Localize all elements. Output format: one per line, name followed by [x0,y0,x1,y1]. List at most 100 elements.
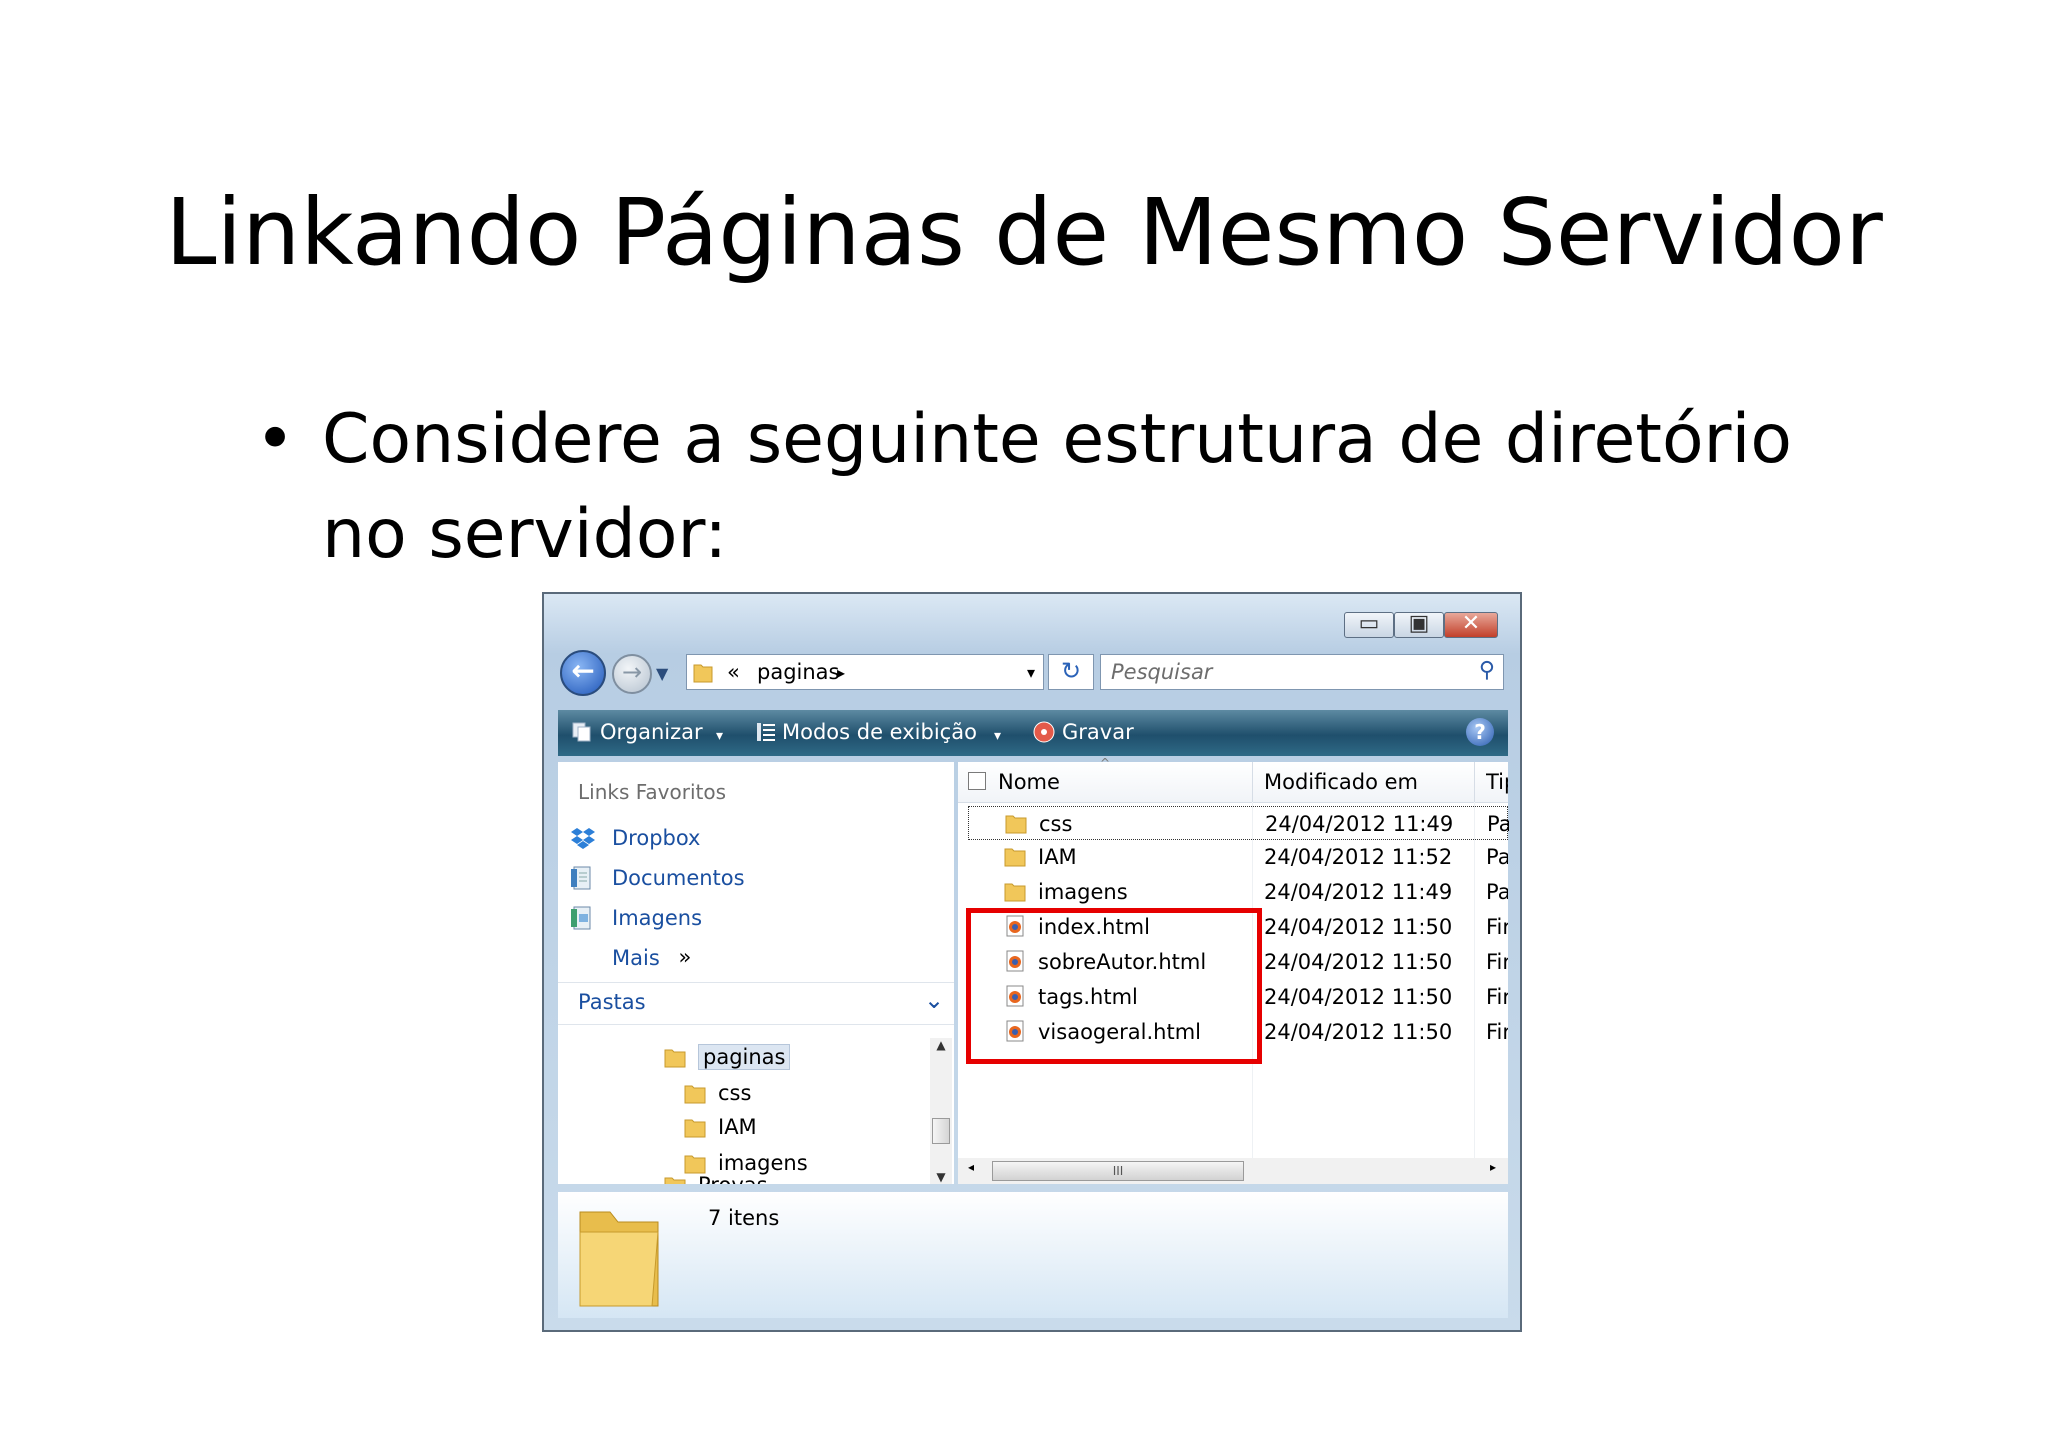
views-dropdown-icon[interactable]: ▾ [994,722,1001,750]
file-modified: 24/04/2012 11:50 [1264,985,1453,1009]
forward-button[interactable]: → [612,654,652,694]
navigation-pane: Links Favoritos Dropbox Documentos Image… [558,762,954,1184]
file-row-iam[interactable]: IAM 24/04/2012 11:52 Pasta de arquivos [958,840,1508,874]
maximize-icon: ▣ [1408,611,1430,636]
file-row-imagens[interactable]: imagens 24/04/2012 11:49 Pasta de arquiv… [958,875,1508,909]
scroll-left-icon[interactable]: ◂ [968,1160,974,1174]
tree-item-provas[interactable]: Provas [664,1170,768,1184]
tree-item-label: Provas [698,1173,768,1184]
more-chevron-icon: » [678,945,692,969]
explorer-window: ▭ ▣ ✕ ← → ▼ « paginas ▸ ▾ ↻ Pesquisar ⚲ … [542,592,1522,1332]
burn-disc-icon [1033,721,1055,743]
select-all-checkbox[interactable] [968,772,986,790]
file-modified: 24/04/2012 11:50 [1264,1020,1453,1044]
file-type: Firefox HTML [1486,1020,1508,1044]
documents-icon [571,866,591,890]
recent-pages-dropdown[interactable]: ▼ [656,664,668,683]
scroll-right-icon[interactable]: ▸ [1490,1160,1496,1174]
tree-scrollbar[interactable]: ▲ ▼ [930,1038,952,1184]
scroll-thumb[interactable] [932,1118,950,1144]
details-pane: 7 itens [558,1192,1508,1318]
folder-icon [684,1119,706,1138]
views-button[interactable]: Modos de exibição [782,718,977,746]
crumb-arrow-icon[interactable]: ▸ [837,659,845,687]
file-name: IAM [1038,845,1077,869]
pane-divider [558,982,954,983]
more-label: Mais [612,946,660,970]
search-placeholder: Pesquisar [1111,660,1213,684]
refresh-button[interactable]: ↻ [1048,654,1094,690]
views-icon [757,723,775,741]
command-toolbar: Organizar ▾ Modos de exibição ▾ Gravar ? [558,710,1508,756]
file-modified: 24/04/2012 11:50 [1264,915,1453,939]
file-modified: 24/04/2012 11:52 [1264,845,1453,869]
column-modified[interactable]: Modificado em [1264,768,1418,796]
favorite-imagens[interactable]: Imagens [570,902,702,933]
file-type: Pasta de arquivos [1486,845,1508,869]
favorites-more-link[interactable]: Mais » [612,942,691,973]
tree-item-label: css [718,1081,752,1105]
bullet-text: Considere a seguinte estrutura de diretó… [322,400,1793,574]
favorite-label: Dropbox [612,826,701,850]
item-count: 7 itens [708,1206,780,1230]
sort-ascending-icon: ^ [1100,756,1111,770]
search-box[interactable]: Pesquisar ⚲ [1100,654,1504,690]
file-name: css [1039,812,1073,836]
tree-item-iam[interactable]: IAM [684,1112,757,1141]
organize-dropdown-icon[interactable]: ▾ [716,722,723,750]
file-type: Pasta de arquivos [1486,880,1508,904]
images-icon [571,906,591,930]
favorite-documentos[interactable]: Documentos [570,862,745,893]
burn-button[interactable]: Gravar [1062,718,1134,746]
column-divider[interactable] [1474,762,1475,802]
column-name[interactable]: Nome [998,768,1060,796]
file-type: Firefox HTML [1486,950,1508,974]
address-dropdown[interactable]: ▾ [1027,659,1035,687]
folders-header[interactable]: Pastas [578,990,646,1014]
tree-item-paginas[interactable]: paginas [664,1042,791,1071]
folder-icon [664,1177,686,1184]
address-crumb-paginas[interactable]: paginas [757,659,839,685]
address-overflow[interactable]: « [727,659,740,685]
folder-icon [693,664,713,683]
tree-item-label: paginas [698,1044,791,1070]
column-divider[interactable] [1252,762,1253,802]
tree-item-label: IAM [718,1115,757,1139]
forward-arrow-icon: → [621,658,643,686]
pane-divider [558,1024,954,1025]
slide-title: Linkando Páginas de Mesmo Servidor [165,179,1883,286]
refresh-icon: ↻ [1060,657,1082,685]
html-files-highlight [966,908,1262,1064]
large-folder-icon [579,1211,659,1307]
file-name: imagens [1038,880,1128,904]
minimize-button[interactable]: ▭ [1344,611,1394,638]
organize-button[interactable]: Organizar [600,718,703,746]
column-type[interactable]: Tipo [1486,768,1508,796]
close-button[interactable]: ✕ [1444,611,1498,638]
maximize-button[interactable]: ▣ [1394,611,1444,638]
favorite-label: Documentos [612,866,745,890]
favorite-dropbox[interactable]: Dropbox [570,822,700,853]
file-list-hscrollbar[interactable]: ◂ III ▸ [958,1158,1508,1184]
back-arrow-icon: ← [571,654,595,687]
search-icon[interactable]: ⚲ [1479,658,1495,683]
favorite-label: Imagens [612,906,703,930]
tree-item-css[interactable]: css [684,1078,751,1107]
scroll-up-icon[interactable]: ▲ [930,1038,952,1052]
close-icon: ✕ [1461,611,1481,636]
organize-icon [572,722,591,742]
back-button[interactable]: ← [560,650,606,696]
hscroll-thumb[interactable]: III [992,1161,1244,1181]
bullet-marker: • [255,400,296,479]
file-row-css[interactable]: css 24/04/2012 11:49 Pasta de arquivos [968,806,1509,840]
column-header-row: ^ Nome Modificado em Tipo [958,756,1508,803]
address-bar[interactable]: « paginas ▸ ▾ [686,654,1044,690]
folders-collapse-icon[interactable]: ⌄ [924,986,944,1014]
scroll-down-icon[interactable]: ▼ [930,1170,952,1184]
minimize-icon: ▭ [1358,611,1380,636]
file-type: Firefox HTML [1486,915,1508,939]
file-list: ^ Nome Modificado em Tipo css 24/04/2012… [958,756,1509,1184]
file-type: Firefox HTML [1486,985,1508,1009]
dropbox-icon [571,828,595,849]
help-icon[interactable]: ? [1466,718,1494,746]
